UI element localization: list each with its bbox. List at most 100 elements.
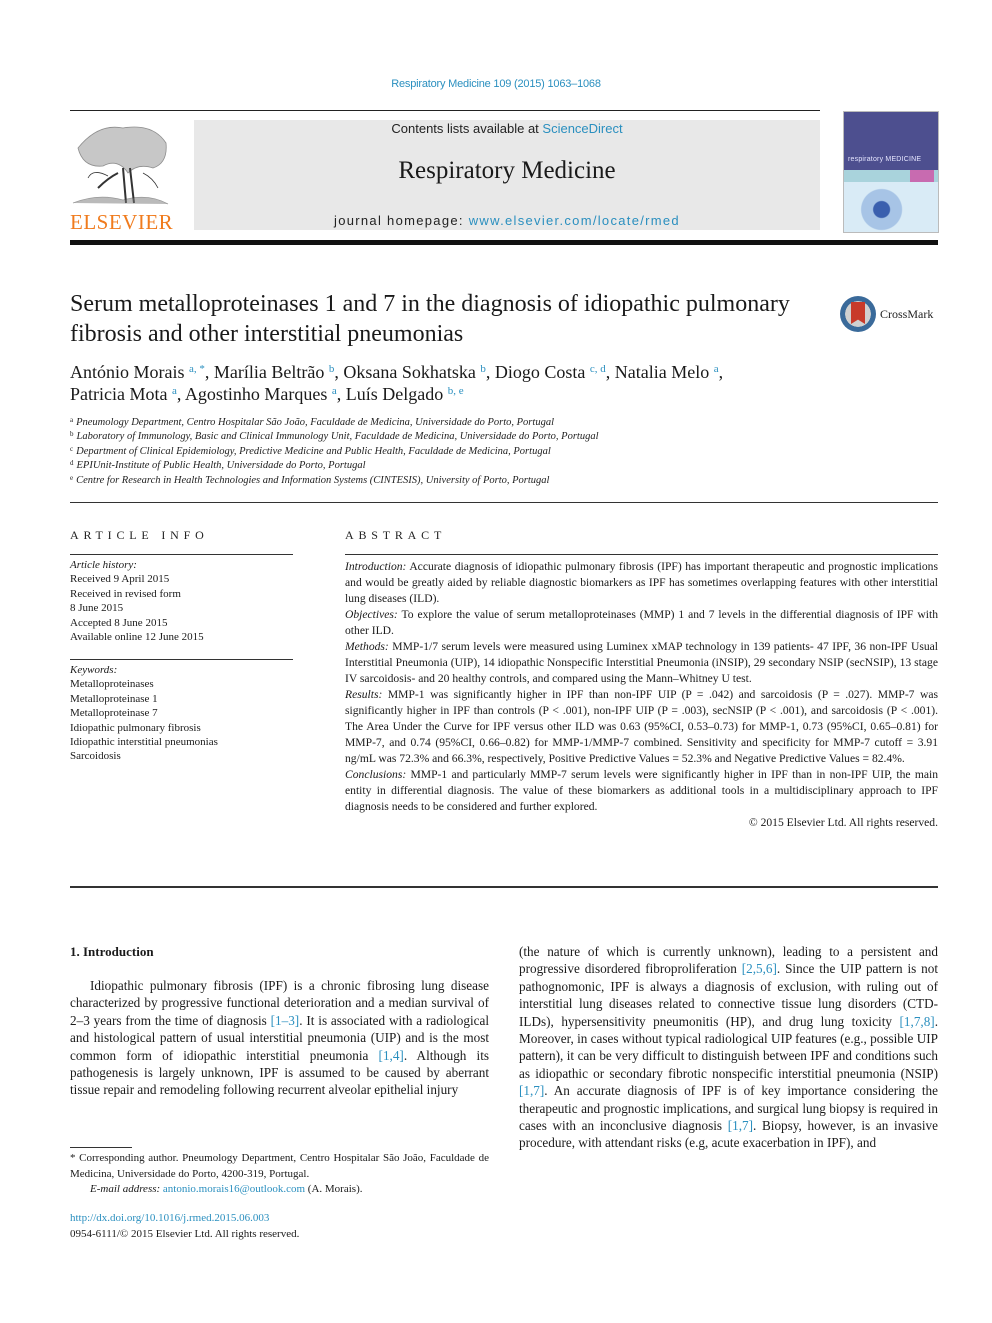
abstract-section-text: MMP-1 and particularly MMP-7 serum level… (345, 768, 939, 813)
keyword[interactable]: Metalloproteinase 1 (70, 692, 293, 706)
affiliation-text: Centre for Research in Health Technologi… (76, 474, 550, 486)
body-column-right: (the nature of which is currently unknow… (519, 943, 938, 1152)
author[interactable]: Agostinho Marques (185, 384, 328, 404)
keyword[interactable]: Metalloproteinase 7 (70, 706, 293, 720)
history-item: 8 June 2015 (70, 602, 124, 615)
divider (345, 554, 938, 555)
cover-title: respiratory MEDICINE (848, 156, 922, 163)
journal-homepage-link[interactable]: www.elsevier.com/locate/rmed (469, 213, 680, 228)
keyword[interactable]: Idiopathic interstitial pneumonias (70, 735, 293, 749)
abstract-section: Conclusions: MMP-1 and particularly MMP-… (345, 767, 938, 815)
citation-link[interactable]: [2,5,6] (742, 961, 777, 976)
contents-prefix: Contents lists available at (391, 121, 543, 136)
affiliation-text: EPIUnit-Institute of Public Health, Univ… (76, 460, 366, 472)
abstract-heading: ABSTRACT (345, 528, 447, 542)
abstract-section-text: MMP-1 was significantly higher in IPF th… (345, 688, 938, 765)
abstract-section-text: MMP-1/7 serum levels were measured using… (345, 640, 938, 685)
author[interactable]: Luís Delgado (346, 384, 443, 404)
divider (70, 554, 293, 555)
corresponding-author-note: * Corresponding author. Pneumology Depar… (70, 1152, 489, 1180)
abstract-section-text: Accurate diagnosis of idiopathic pulmona… (345, 560, 938, 605)
history-item: Received in revised form (70, 587, 181, 600)
author-affiliation-marker[interactable]: a (332, 385, 337, 397)
history-item: Accepted 8 June 2015 (70, 616, 168, 629)
abstract-section-label: Results: (345, 688, 383, 701)
elsevier-wordmark: ELSEVIER (70, 210, 174, 234)
header-thick-rule (70, 240, 938, 245)
abstract-section-label: Introduction: (345, 560, 407, 573)
affiliation-key: b (70, 430, 74, 439)
citation-link[interactable]: [1,4] (379, 1048, 404, 1063)
email-suffix: (A. Morais). (305, 1183, 363, 1196)
footnote-rule (70, 1147, 132, 1148)
crossmark-button[interactable]: CrossMark (840, 296, 940, 334)
affiliation-key: d (70, 459, 74, 468)
cover-micrograph-thumb (910, 170, 934, 182)
abstract-section-label: Conclusions: (345, 768, 407, 781)
cover-micrograph (844, 182, 938, 232)
abstract-section: Methods: MMP-1/7 serum levels were measu… (345, 639, 938, 687)
affiliation: d EPIUnit-Institute of Public Health, Uni… (70, 459, 770, 473)
homepage-prefix: journal homepage: (334, 213, 469, 228)
email-label: E-mail address: (90, 1183, 163, 1196)
author-affiliation-marker[interactable]: b (329, 363, 335, 375)
abstract-section: Objectives: To explore the value of seru… (345, 607, 938, 639)
affiliation-key: a (70, 416, 74, 424)
citation-link[interactable]: [1–3] (271, 1013, 300, 1028)
abstract-section-text: To explore the value of serum metallopro… (345, 608, 938, 637)
citation-link[interactable]: [1,7] (728, 1118, 753, 1133)
footnote: * Corresponding author. Pneumology Depar… (70, 1151, 489, 1198)
author-affiliation-marker[interactable]: b, e (448, 385, 464, 397)
affiliation-text: Department of Clinical Epidemiology, Pre… (76, 445, 551, 457)
affiliation-key: e (70, 473, 74, 482)
history-item: Available online 12 June 2015 (70, 631, 204, 644)
keywords: Keywords: Metalloproteinases Metalloprote… (70, 663, 293, 764)
keywords-label: Keywords: (70, 664, 118, 676)
abstract-section-label: Objectives: (345, 608, 398, 621)
crossmark-label: CrossMark (880, 307, 934, 321)
citation-link[interactable]: [1,7] (519, 1083, 544, 1098)
author-affiliation-marker[interactable]: b (480, 363, 486, 375)
history-item: Received 9 April 2015 (70, 573, 170, 586)
journal-name: Respiratory Medicine (398, 157, 616, 184)
abstract-section: Results: MMP-1 was significantly higher … (345, 687, 938, 767)
affiliation: e Centre for Research in Health Technolog… (70, 474, 770, 488)
article-title: Serum metalloproteinases 1 and 7 in the … (70, 291, 790, 347)
author[interactable]: Oksana Sokhatska (343, 362, 475, 382)
author-affiliation-marker[interactable]: c, d (590, 363, 606, 375)
homepage-line: journal homepage: www.elsevier.com/locat… (194, 213, 820, 228)
divider (70, 502, 938, 503)
article-history: Article history: Received 9 April 2015 Re… (70, 558, 293, 644)
sciencedirect-link[interactable]: ScienceDirect (542, 121, 622, 136)
author-affiliation-marker[interactable]: a (172, 385, 177, 397)
abstract-copyright: © 2015 Elsevier Ltd. All rights reserved… (748, 816, 938, 829)
keyword[interactable]: Metalloproteinases (70, 677, 293, 691)
affiliation-text: Pneumology Department, Centro Hospitalar… (76, 417, 554, 428)
affiliation-key: c (70, 444, 74, 453)
author-affiliation-marker[interactable]: a, * (189, 363, 205, 375)
author[interactable]: Diogo Costa (495, 362, 586, 382)
keyword[interactable]: Idiopathic pulmonary fibrosis (70, 721, 293, 735)
doi-link[interactable]: http://dx.doi.org/10.1016/j.rmed.2015.06… (70, 1212, 269, 1224)
article-info-heading: ARTICLE INFO (70, 528, 209, 542)
affiliation-list: a Pneumology Department, Centro Hospitala… (70, 416, 770, 488)
abstract-section: Introduction: Accurate diagnosis of idio… (345, 559, 938, 607)
author[interactable]: Natalia Melo (615, 362, 709, 382)
journal-citation-link[interactable]: Respiratory Medicine 109 (2015) 1063–106… (0, 78, 992, 90)
history-label: Article history: (70, 559, 137, 571)
citation-link[interactable]: [1,7,8] (900, 1014, 935, 1029)
author[interactable]: Marília Beltrão (214, 362, 324, 382)
issn-line: 0954-6111/© 2015 Elsevier Ltd. All right… (70, 1227, 300, 1240)
affiliation: c Department of Clinical Epidemiology, Pr… (70, 445, 770, 459)
email-link[interactable]: antonio.morais16@outlook.com (163, 1183, 305, 1195)
author[interactable]: Patricia Mota (70, 384, 167, 404)
body-column-left: Idiopathic pulmonary fibrosis (IPF) is a… (70, 977, 489, 1099)
affiliation: b Laboratory of Immunology, Basic and Cli… (70, 430, 770, 444)
doi-block: http://dx.doi.org/10.1016/j.rmed.2015.06… (70, 1211, 299, 1242)
author[interactable]: António Morais (70, 362, 185, 382)
keyword[interactable]: Sarcoidosis (70, 749, 293, 763)
affiliation-text: Laboratory of Immunology, Basic and Clin… (76, 431, 599, 443)
affiliation: a Pneumology Department, Centro Hospitala… (70, 416, 770, 430)
header-rule (70, 110, 820, 111)
author-affiliation-marker[interactable]: a (714, 363, 719, 375)
